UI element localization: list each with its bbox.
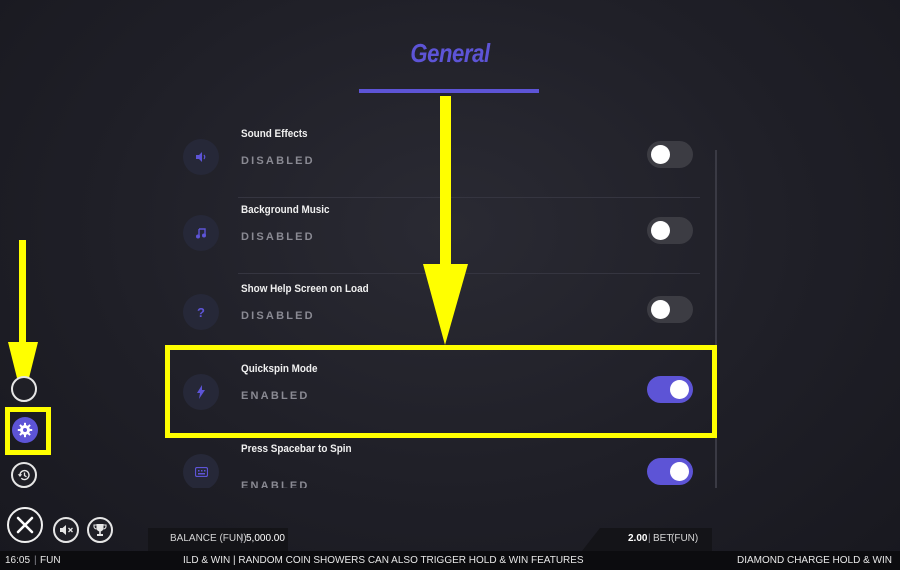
- balance-separator: |: [240, 533, 243, 544]
- play-mode: FUN: [40, 555, 61, 566]
- history-icon: [17, 469, 30, 481]
- balance-value: 5,000.00: [246, 533, 285, 544]
- status-bar: 16:05 | FUN ILD & WIN | RANDOM COIN SHOW…: [0, 551, 900, 570]
- trophy-button[interactable]: [87, 517, 113, 543]
- arrow-down-icon: [423, 96, 468, 345]
- trophy-icon: [93, 524, 107, 536]
- bet-separator: |: [648, 533, 651, 544]
- clock-time: 16:05: [5, 555, 31, 566]
- gear-icon: [17, 422, 33, 438]
- balance-display: BALANCE (FUN) | 5,000.00: [148, 528, 288, 551]
- game-name: DIAMOND CHARGE HOLD & WIN: [736, 555, 892, 566]
- close-button[interactable]: [7, 507, 43, 543]
- mute-icon: [59, 525, 73, 535]
- bet-value: 2.00: [628, 533, 648, 544]
- bet-display: 2.00 | BET (FUN): [582, 528, 712, 551]
- history-button[interactable]: [11, 462, 37, 488]
- settings-button[interactable]: [12, 417, 38, 443]
- status-separator: |: [34, 555, 37, 566]
- bet-mode: (FUN): [671, 533, 699, 544]
- feature-ticker: ILD & WIN | RANDOM COIN SHOWERS CAN ALSO…: [183, 555, 584, 566]
- close-icon: [16, 516, 34, 534]
- annotation-arrows: [8, 96, 468, 402]
- balance-label: BALANCE (FUN): [170, 533, 247, 544]
- mute-button[interactable]: [53, 517, 79, 543]
- info-button[interactable]: [11, 376, 37, 402]
- bet-label: BET: [653, 533, 673, 544]
